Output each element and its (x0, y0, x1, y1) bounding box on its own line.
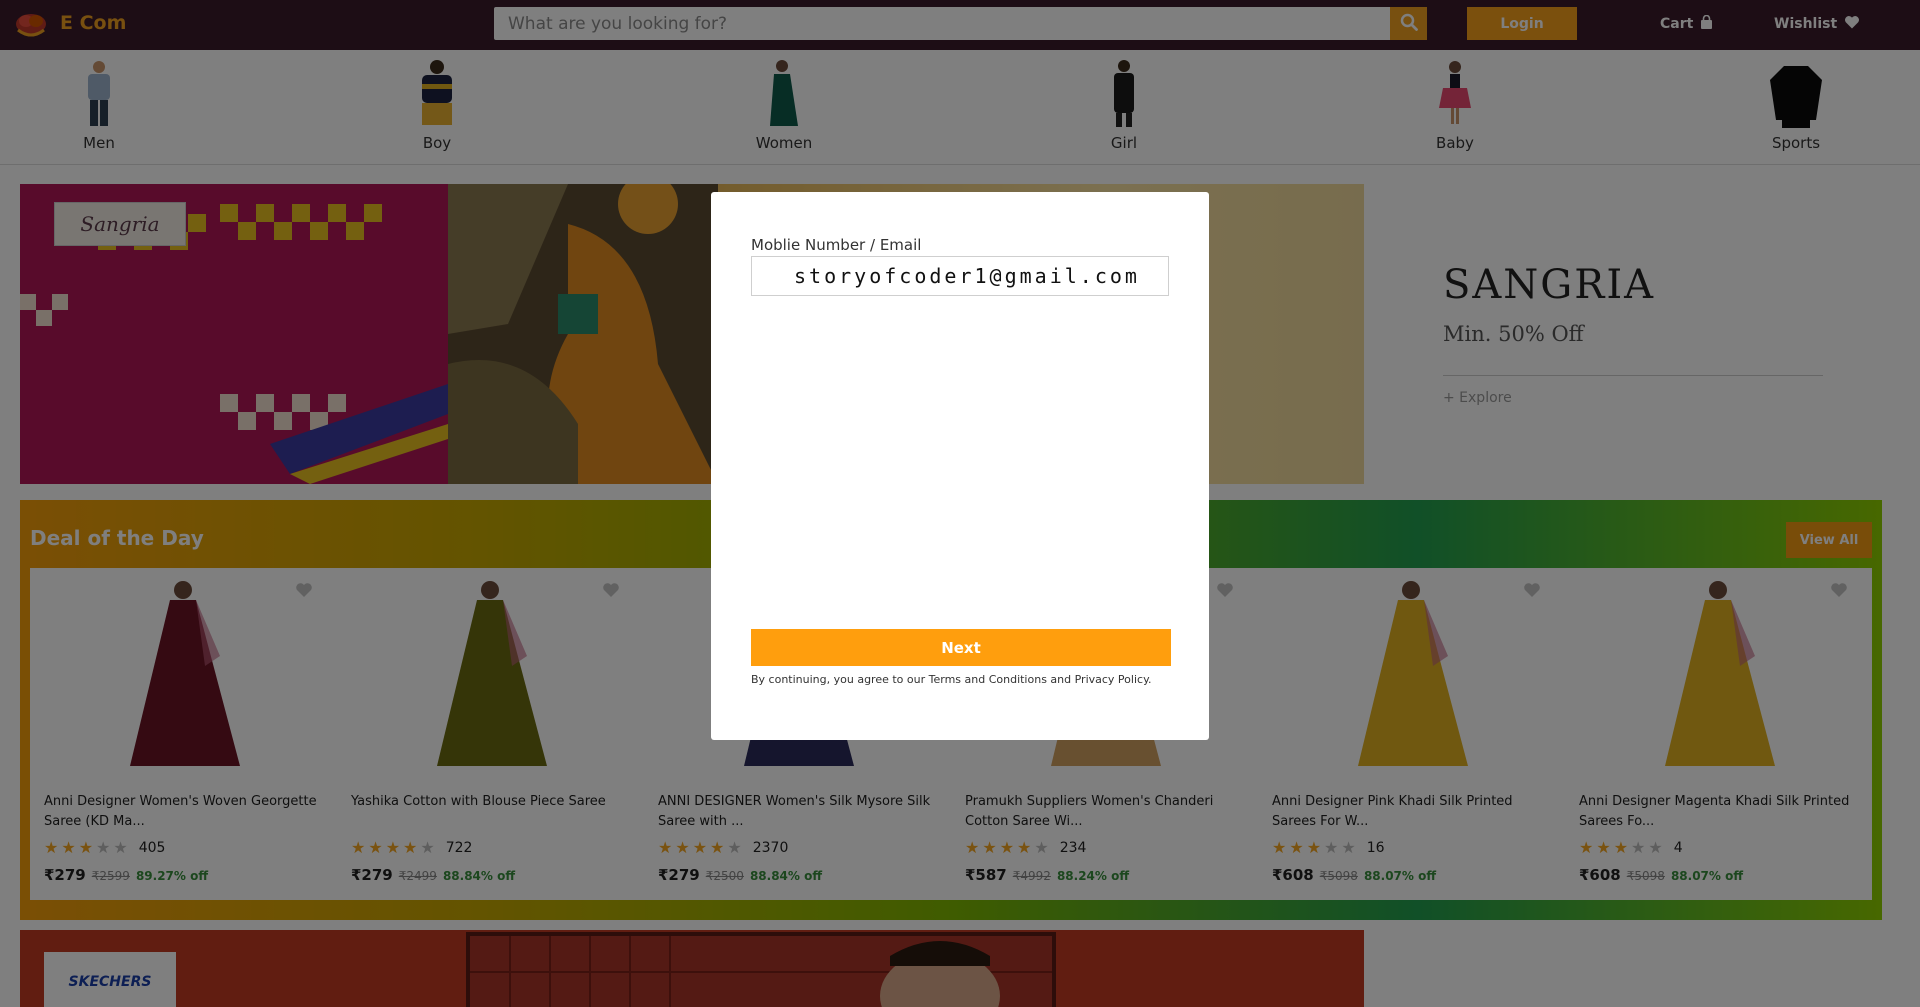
login-modal: Moblie Number / Email Next By continuing… (711, 192, 1209, 740)
login-field-label: Moblie Number / Email (751, 236, 922, 254)
next-button[interactable]: Next (751, 629, 1171, 666)
mobile-email-input[interactable] (751, 256, 1169, 296)
terms-text: By continuing, you agree to our Terms an… (751, 673, 1152, 686)
